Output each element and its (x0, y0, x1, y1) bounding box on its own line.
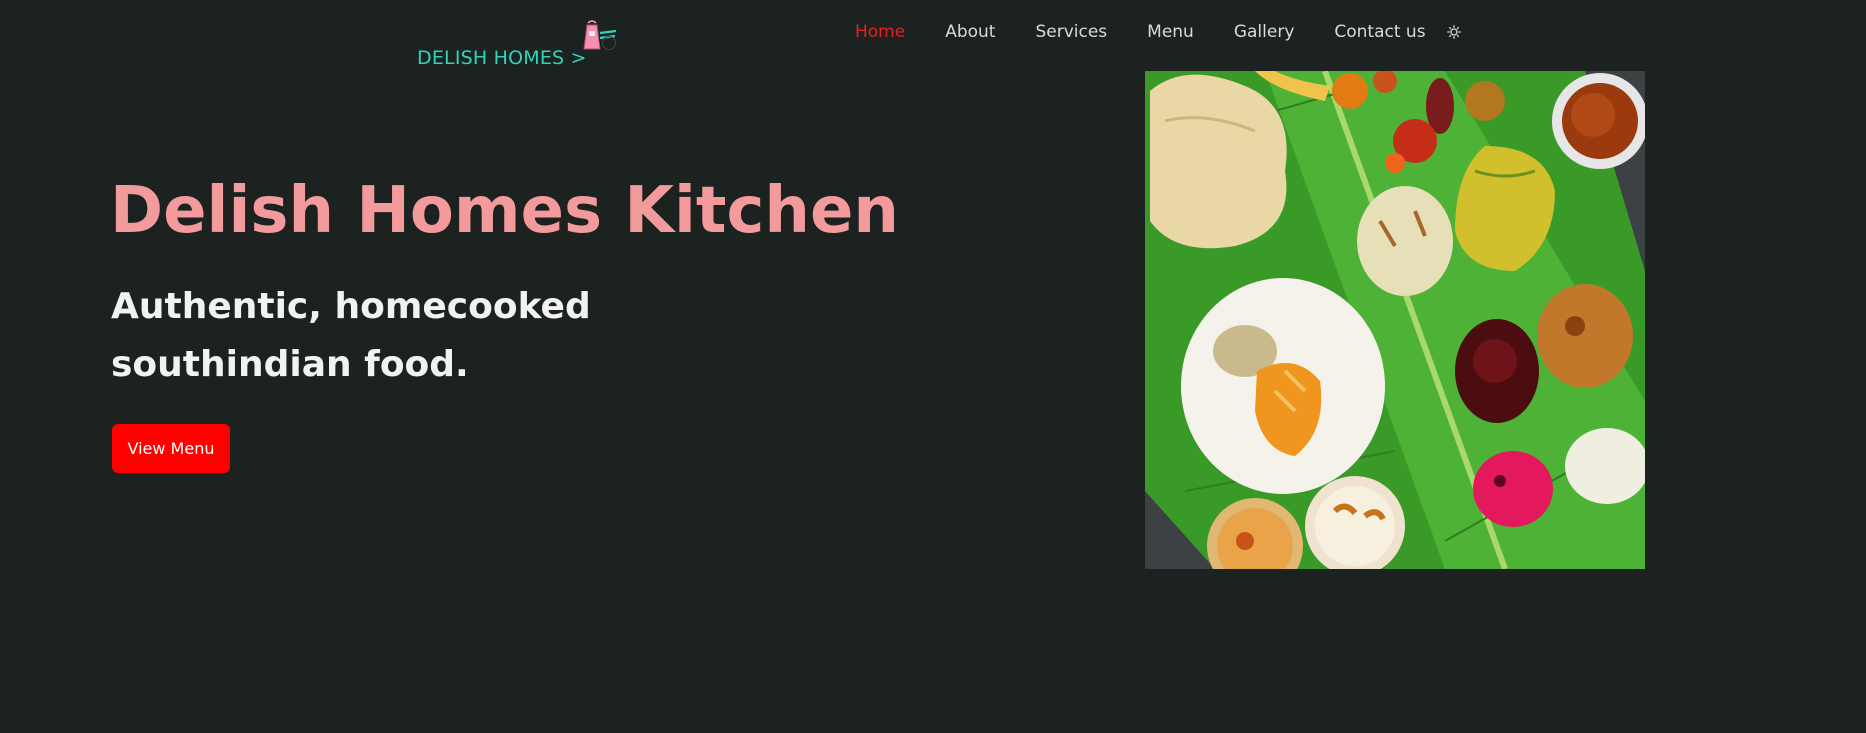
hero-title: Delish Homes Kitchen (110, 174, 899, 248)
apron-logo-icon[interactable] (582, 18, 622, 52)
nav-link-about[interactable]: About (945, 22, 995, 42)
hero-food-image (1145, 71, 1645, 569)
nav-link-contact[interactable]: Contact us (1334, 22, 1425, 42)
nav-link-menu[interactable]: Menu (1147, 22, 1194, 42)
nav-link-home[interactable]: Home (855, 22, 905, 42)
nav-link-gallery[interactable]: Gallery (1234, 22, 1295, 42)
view-menu-button[interactable]: View Menu (112, 424, 230, 473)
main-nav: Home About Services Menu Gallery Contact… (855, 22, 1462, 42)
nav-link-services[interactable]: Services (1035, 22, 1107, 42)
sun-icon[interactable] (1446, 24, 1462, 40)
hero-subtitle: Authentic, homecooked southindian food. (111, 286, 591, 385)
brand-link[interactable]: DELISH HOMES > (417, 47, 587, 69)
